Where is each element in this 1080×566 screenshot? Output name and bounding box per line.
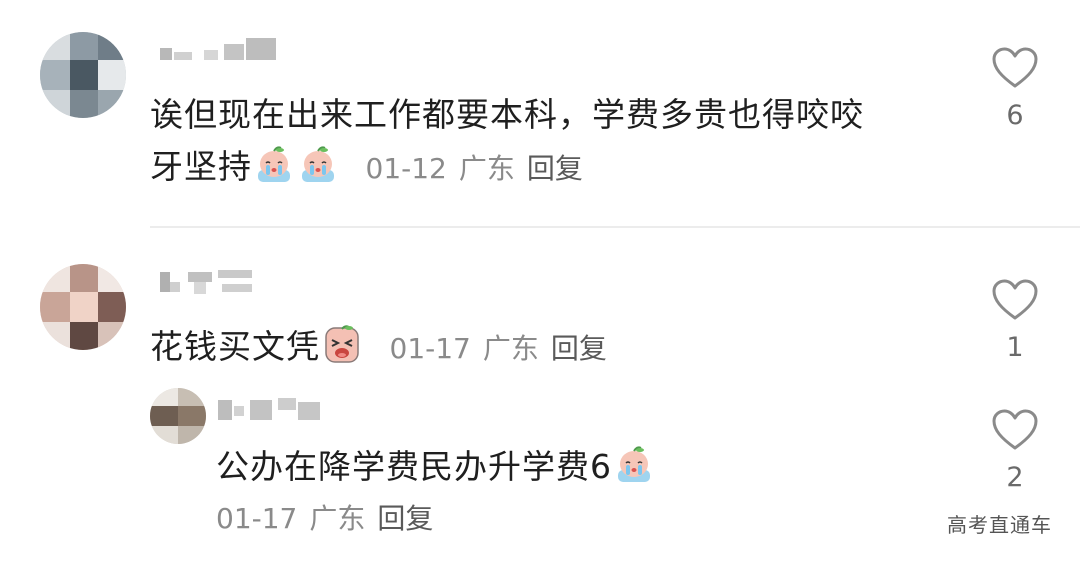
avatar[interactable] — [40, 32, 126, 118]
username-blurred[interactable] — [160, 266, 260, 296]
avatar[interactable] — [150, 388, 206, 444]
reply-meta-line: 01-17 广东 回复 — [216, 490, 433, 546]
reply-text: 公办在降学费民办升学费6 — [216, 447, 612, 486]
crying-peach-emoji — [614, 444, 654, 484]
username-blurred[interactable] — [160, 34, 280, 64]
comment-body: 花钱买文凭 01-17 广东 回复 — [150, 320, 607, 376]
reply-button[interactable]: 回复 — [551, 332, 607, 365]
like-button[interactable]: 6 — [985, 46, 1045, 131]
crying-peach-emoji — [254, 144, 294, 184]
like-button[interactable]: 1 — [985, 278, 1045, 363]
reply-button[interactable]: 回复 — [377, 502, 433, 535]
comment-date: 01-17 — [389, 332, 471, 365]
heart-icon — [992, 47, 1038, 88]
divider — [150, 226, 1080, 228]
comment-location: 广东 — [309, 502, 366, 535]
username-blurred[interactable] — [218, 394, 322, 424]
comment-meta: 01-17 广东 回复 — [216, 492, 433, 546]
comment-body-continued: 牙坚持 01-12 广东 回复 — [150, 140, 583, 196]
like-button[interactable]: 2 — [985, 408, 1045, 493]
comment-date: 01-17 — [216, 502, 298, 535]
watermark: 高考直通车 — [947, 513, 1052, 537]
crying-peach-emoji — [298, 144, 338, 184]
comment-text: 诶但现在出来工作都要本科，学费多贵也得咬咬 — [150, 95, 864, 134]
like-count: 2 — [1006, 462, 1024, 493]
comment-body: 诶但现在出来工作都要本科，学费多贵也得咬咬 — [150, 88, 864, 142]
avatar[interactable] — [40, 264, 126, 350]
comment-meta: 01-12 广东 回复 — [366, 142, 583, 196]
heart-icon — [992, 279, 1038, 320]
reply-body: 公办在降学费民办升学费6 — [216, 440, 656, 494]
comment-location: 广东 — [482, 332, 539, 365]
heart-icon — [992, 409, 1038, 450]
sobbing-peach-emoji — [322, 324, 362, 364]
reply-button[interactable]: 回复 — [527, 152, 583, 185]
comment-text: 牙坚持 — [150, 147, 252, 186]
comment-section: 诶但现在出来工作都要本科，学费多贵也得咬咬 牙坚持 01-12广东回复 6 — [0, 0, 1080, 566]
comment-location: 广东 — [458, 152, 515, 185]
like-count: 6 — [1006, 100, 1024, 131]
like-count: 1 — [1006, 332, 1024, 363]
comment-meta: 01-17 广东 回复 — [390, 322, 607, 376]
comment-date: 01-12 — [365, 152, 447, 185]
comment-text: 花钱买文凭 — [150, 327, 320, 366]
